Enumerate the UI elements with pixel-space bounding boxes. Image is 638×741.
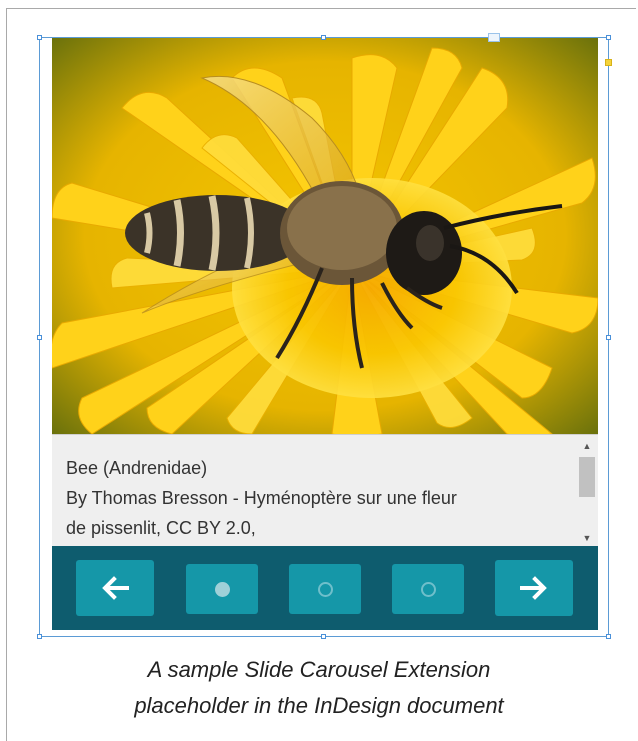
- resize-handle-bottom-left[interactable]: [37, 634, 42, 639]
- resize-handle-top[interactable]: [321, 35, 326, 40]
- resize-handle-top-left[interactable]: [37, 35, 42, 40]
- resize-handle-top-right[interactable]: [606, 35, 611, 40]
- text-out-port-icon[interactable]: [605, 59, 612, 66]
- content-grabber-icon[interactable]: [488, 33, 500, 42]
- resize-handle-bottom-right[interactable]: [606, 634, 611, 639]
- resize-handle-left[interactable]: [37, 335, 42, 340]
- figure-caption-line-1: A sample Slide Carousel Extension: [147, 657, 491, 682]
- resize-handle-right[interactable]: [606, 335, 611, 340]
- selection-frame[interactable]: [39, 37, 609, 637]
- figure-caption: A sample Slide Carousel Extension placeh…: [0, 652, 638, 724]
- resize-handle-bottom[interactable]: [321, 634, 326, 639]
- figure-caption-line-2: placeholder in the InDesign document: [134, 693, 504, 718]
